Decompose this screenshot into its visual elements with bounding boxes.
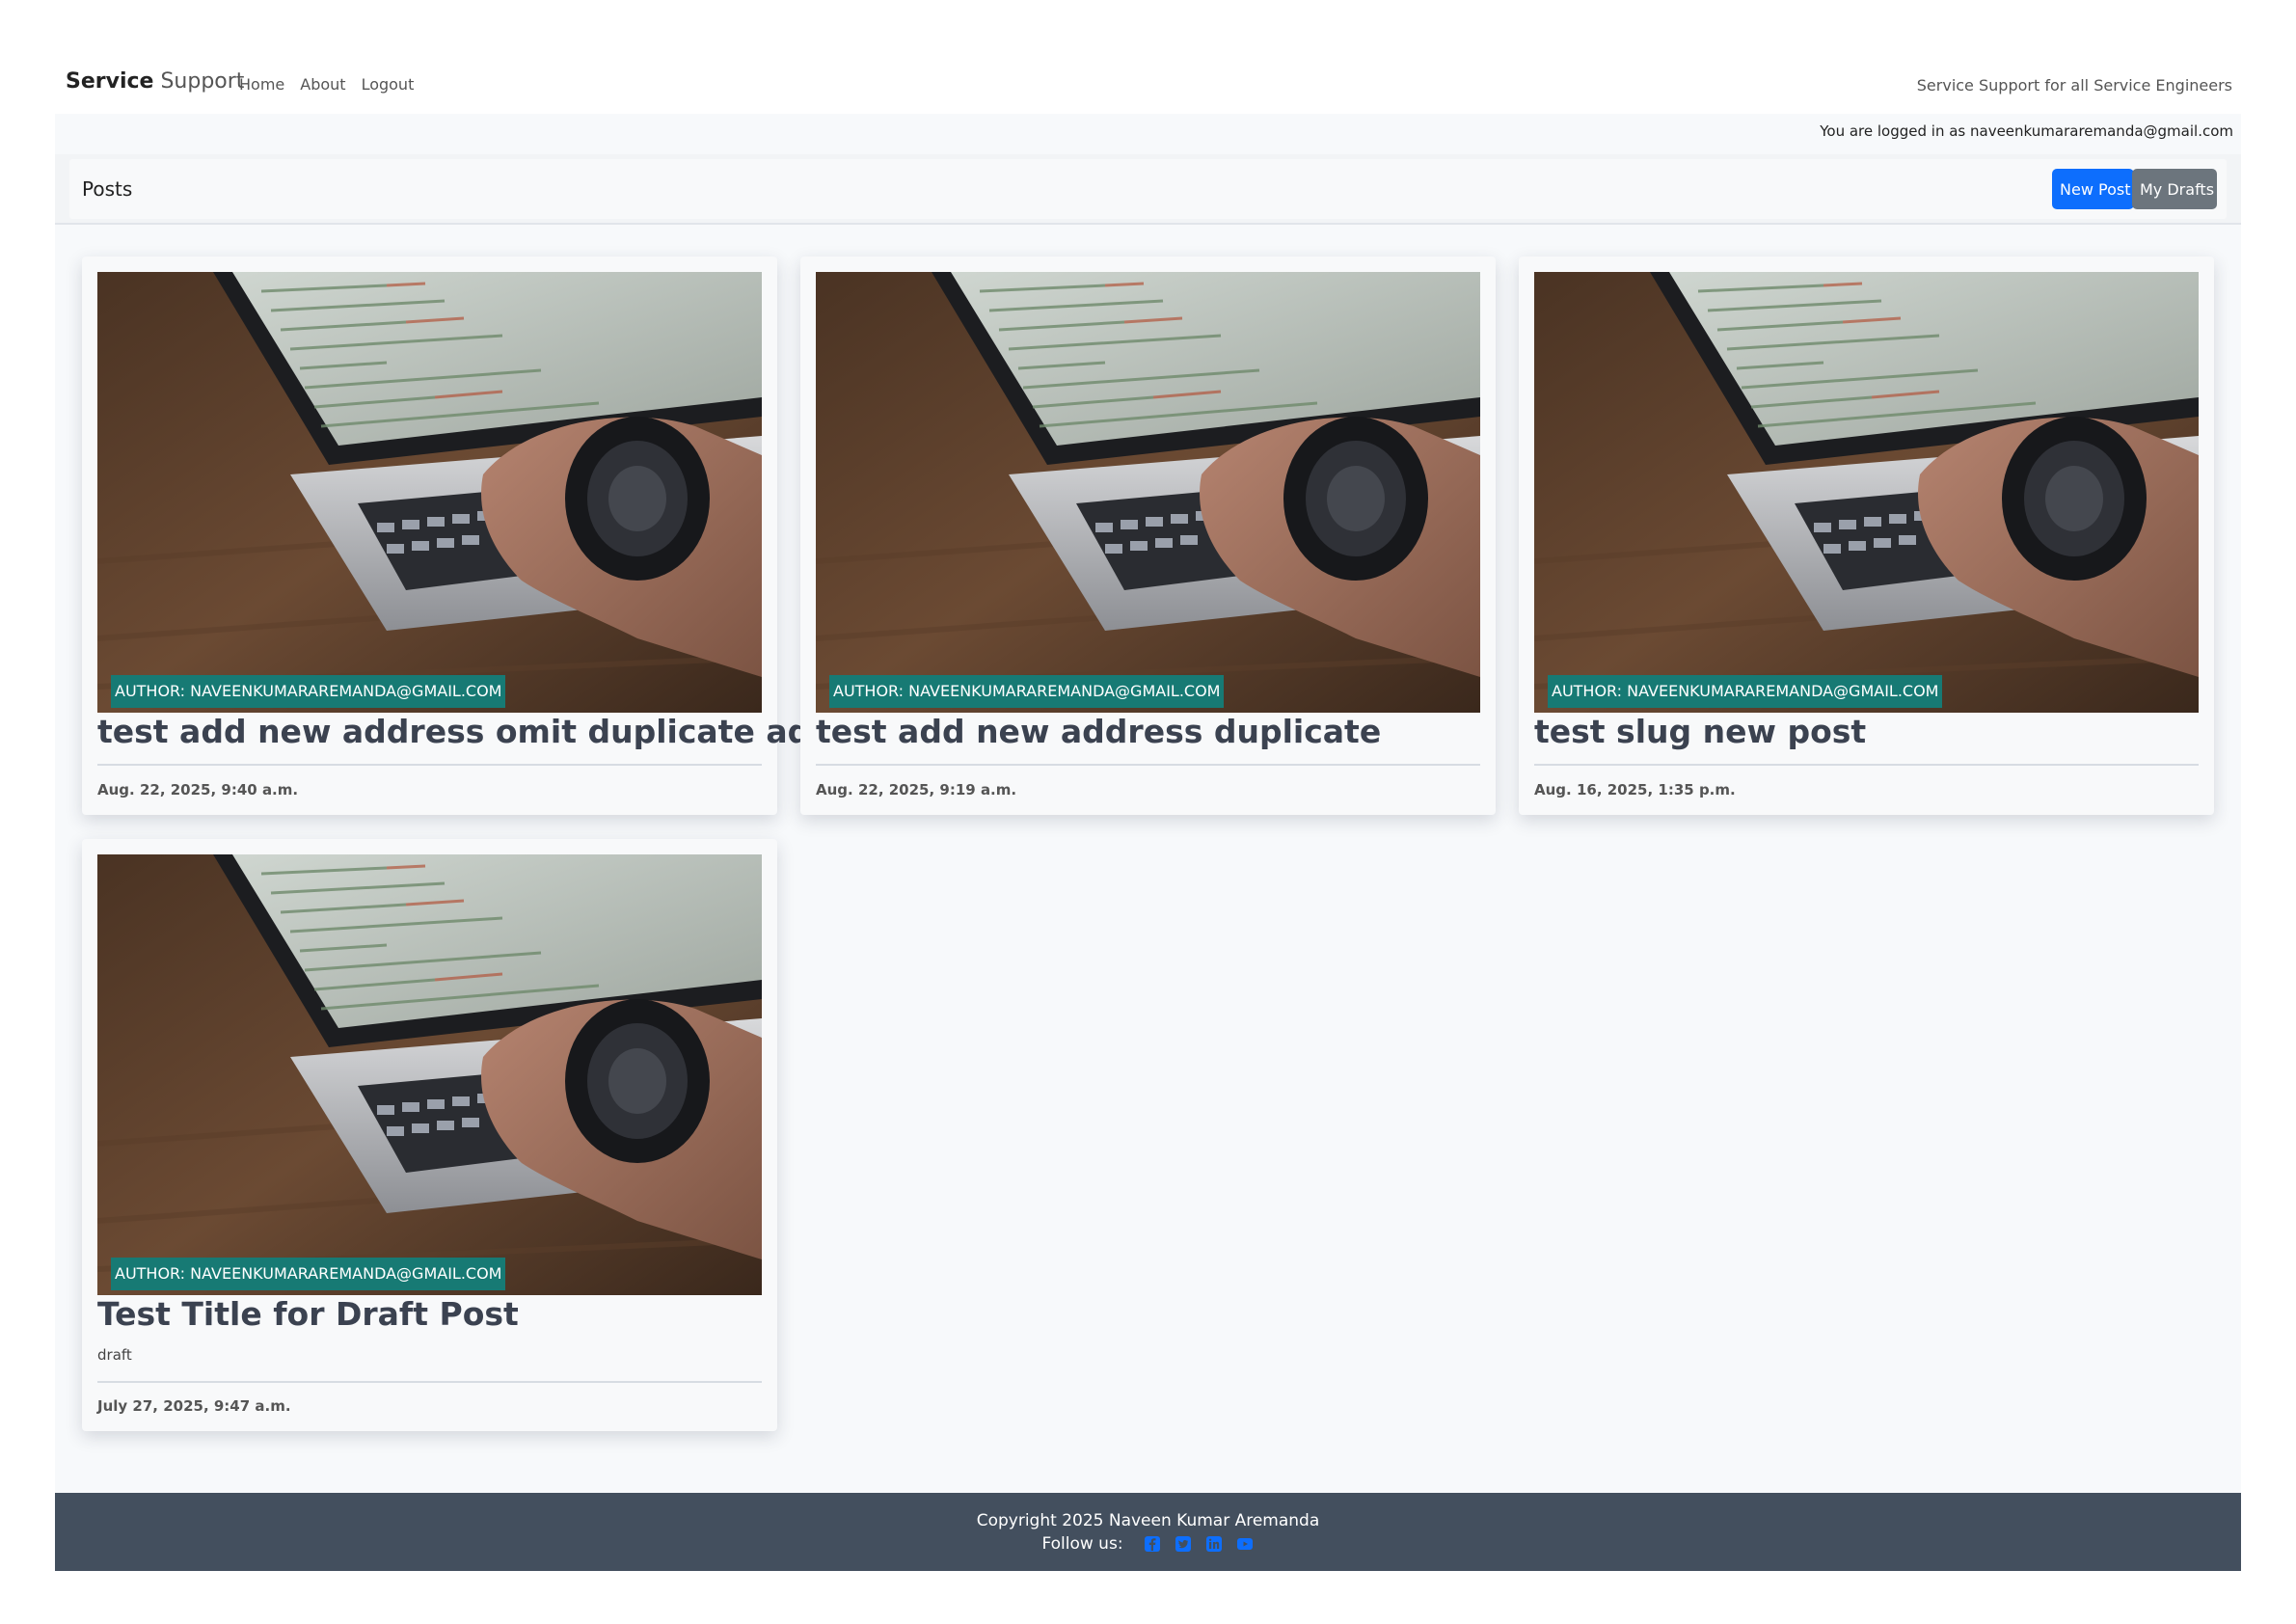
- site-footer: Copyright 2025 Naveen Kumar Aremanda Fol…: [55, 1493, 2241, 1571]
- author-badge: AUTHOR: NAVEENKUMARAREMANDA@GMAIL.COM: [829, 675, 1225, 708]
- nav-links: Home About Logout: [239, 75, 414, 94]
- post-card[interactable]: AUTHOR: NAVEENKUMARAREMANDA@GMAIL.COM te…: [800, 257, 1496, 815]
- nav-home-link[interactable]: Home: [239, 75, 284, 94]
- follow-label: Follow us:: [1041, 1534, 1123, 1554]
- author-badge: AUTHOR: NAVEENKUMARAREMANDA@GMAIL.COM: [111, 1258, 506, 1290]
- site-tagline: Service Support for all Service Engineer…: [1916, 76, 2232, 95]
- post-title[interactable]: test slug new post: [1534, 713, 1866, 750]
- copyright-text: Copyright 2025 Naveen Kumar Aremanda: [976, 1511, 1320, 1530]
- card-divider: [1534, 764, 2199, 766]
- card-divider: [816, 764, 1480, 766]
- post-date: July 27, 2025, 9:47 a.m.: [97, 1397, 291, 1415]
- post-status: draft: [97, 1346, 132, 1364]
- logged-in-status: You are logged in as naveenkumararemanda…: [1820, 122, 2233, 140]
- linkedin-icon[interactable]: [1204, 1534, 1224, 1554]
- nav-logout-link[interactable]: Logout: [362, 75, 415, 94]
- post-title[interactable]: Test Title for Draft Post: [97, 1295, 519, 1333]
- page-title: Posts: [82, 177, 133, 201]
- twitter-icon[interactable]: [1174, 1534, 1193, 1554]
- post-date: Aug. 16, 2025, 1:35 p.m.: [1534, 781, 1736, 798]
- posts-header-bar: Posts New Post My Drafts: [55, 154, 2241, 225]
- youtube-icon[interactable]: [1235, 1534, 1255, 1554]
- brand-light-text: Support: [160, 69, 245, 94]
- post-card[interactable]: AUTHOR: NAVEENKUMARAREMANDA@GMAIL.COM Te…: [82, 839, 777, 1431]
- post-date: Aug. 22, 2025, 9:40 a.m.: [97, 781, 299, 798]
- main-content: You are logged in as naveenkumararemanda…: [55, 114, 2241, 1493]
- post-title[interactable]: test add new address duplicate: [816, 713, 1381, 750]
- facebook-icon[interactable]: [1143, 1534, 1162, 1554]
- author-badge: AUTHOR: NAVEENKUMARAREMANDA@GMAIL.COM: [111, 675, 506, 708]
- post-date: Aug. 22, 2025, 9:19 a.m.: [816, 781, 1017, 798]
- nav-about-link[interactable]: About: [300, 75, 345, 94]
- brand-logo[interactable]: Service Support: [66, 69, 244, 94]
- post-title[interactable]: test add new address omit duplicate addr…: [97, 713, 908, 750]
- post-image[interactable]: AUTHOR: NAVEENKUMARAREMANDA@GMAIL.COM: [97, 854, 762, 1295]
- post-image[interactable]: AUTHOR: NAVEENKUMARAREMANDA@GMAIL.COM: [1534, 272, 2199, 713]
- brand-bold-text: Service: [66, 69, 154, 94]
- my-drafts-button[interactable]: My Drafts: [2132, 169, 2217, 209]
- follow-us-row: Follow us:: [55, 1534, 2241, 1554]
- post-card[interactable]: AUTHOR: NAVEENKUMARAREMANDA@GMAIL.COM te…: [1519, 257, 2214, 815]
- author-badge: AUTHOR: NAVEENKUMARAREMANDA@GMAIL.COM: [1548, 675, 1943, 708]
- post-image[interactable]: AUTHOR: NAVEENKUMARAREMANDA@GMAIL.COM: [97, 272, 762, 713]
- post-card[interactable]: AUTHOR: NAVEENKUMARAREMANDA@GMAIL.COM te…: [82, 257, 908, 815]
- top-navbar: Service Support Home About Logout Servic…: [0, 60, 2296, 110]
- posts-header-inner: Posts New Post My Drafts: [69, 159, 2227, 219]
- post-image[interactable]: AUTHOR: NAVEENKUMARAREMANDA@GMAIL.COM: [816, 272, 1480, 713]
- new-post-button[interactable]: New Post: [2052, 169, 2134, 209]
- card-divider: [97, 764, 762, 766]
- card-divider: [97, 1381, 762, 1383]
